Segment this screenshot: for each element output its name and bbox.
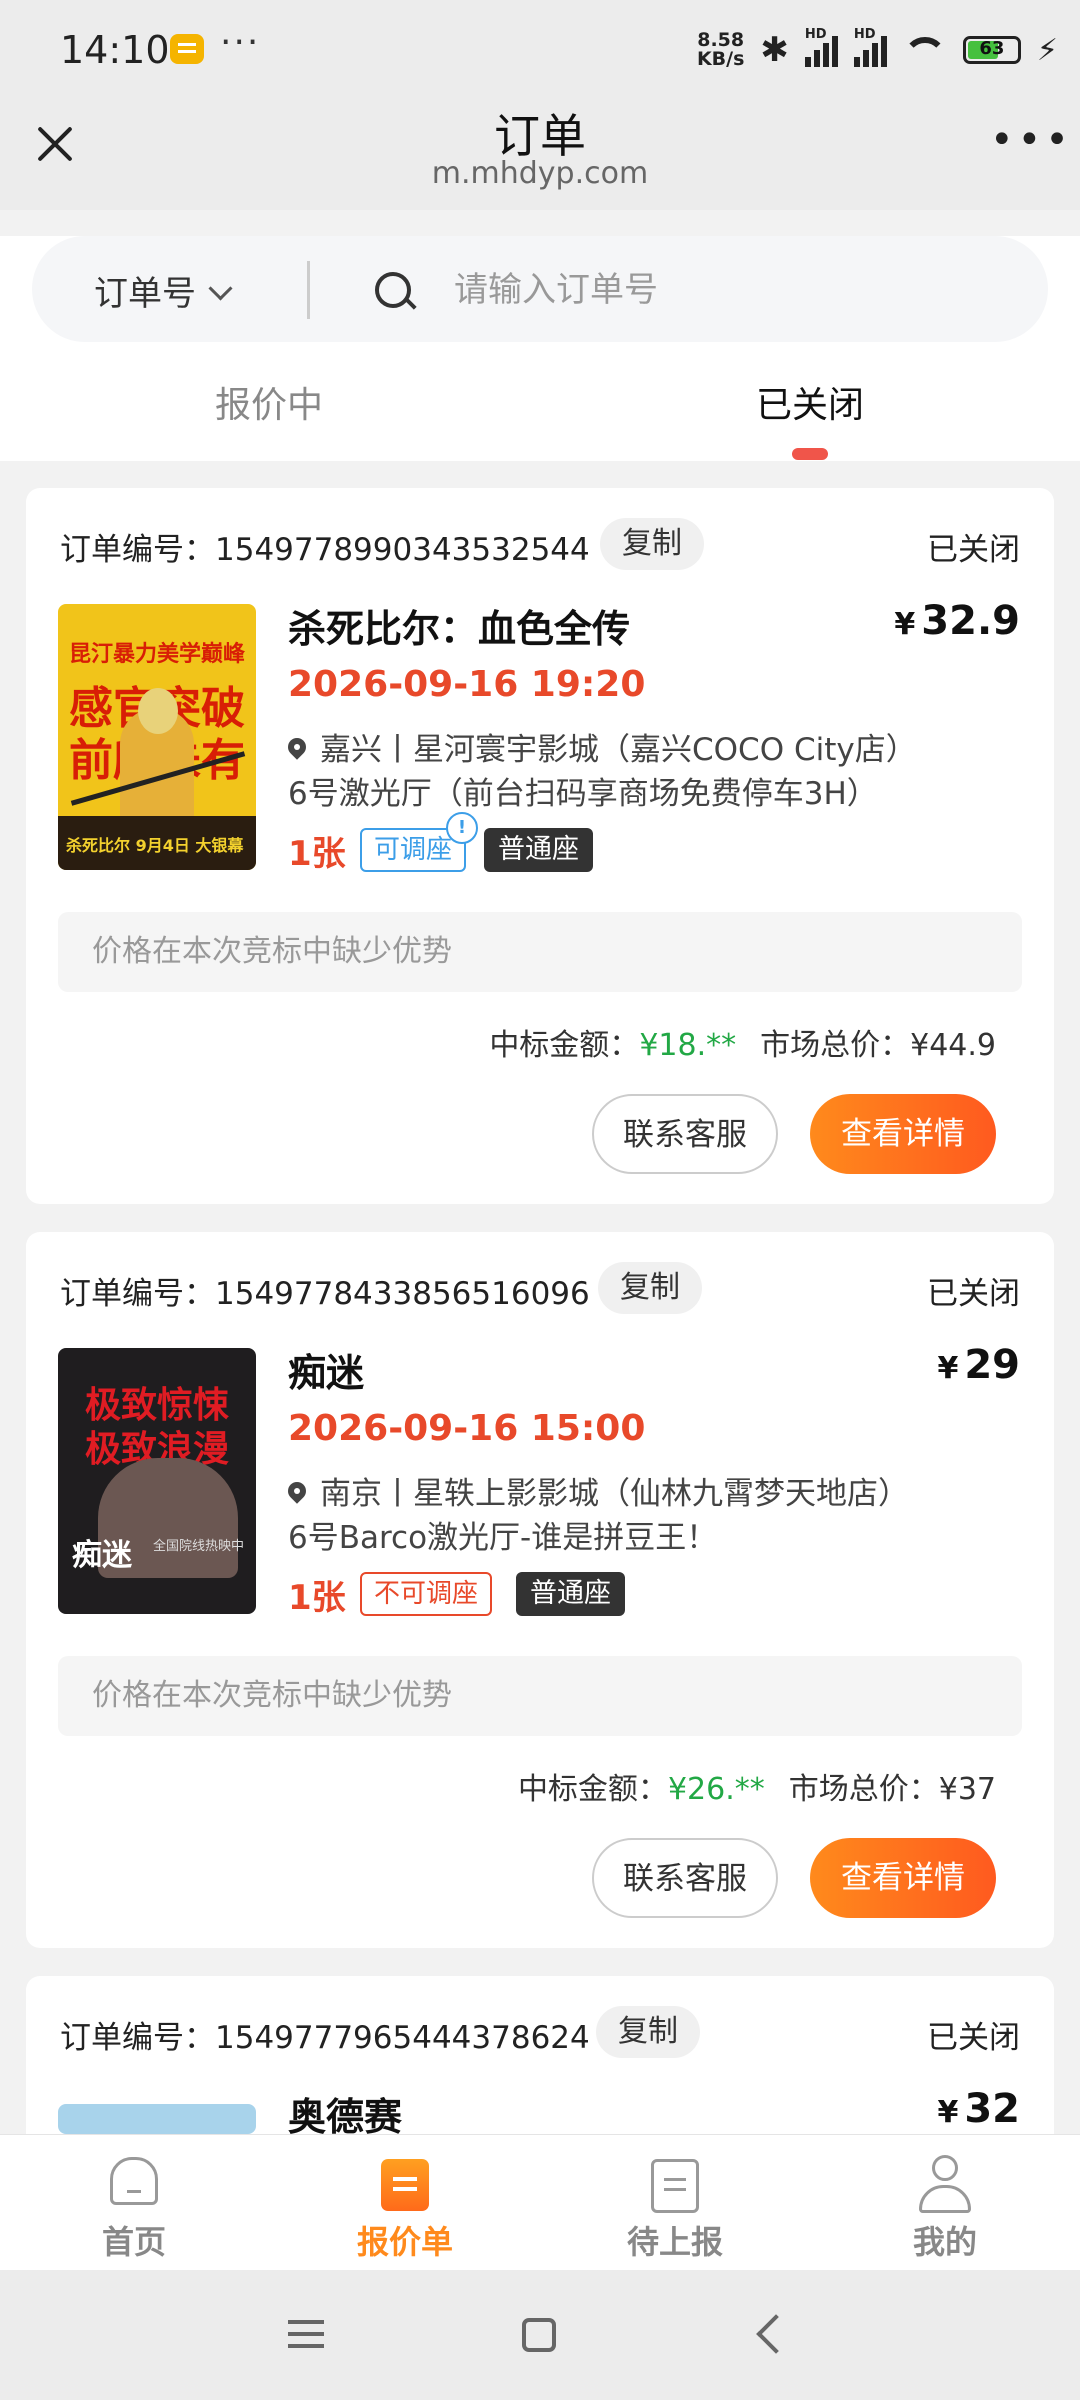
copy-button[interactable]: 复制 <box>600 518 704 570</box>
market-amount: ¥44.9 <box>910 1028 996 1063</box>
home-button-icon[interactable] <box>522 2318 556 2352</box>
bid-amounts: 中标金额：¥26.** 市场总价：¥37 <box>517 1772 996 1807</box>
recent-apps-icon[interactable] <box>288 2320 324 2324</box>
signal-icon-2: HD <box>853 27 887 67</box>
copy-button[interactable]: 复制 <box>598 1262 702 1314</box>
chevron-down-icon <box>208 276 233 301</box>
quote-list-icon <box>381 2159 429 2211</box>
search-area: 订单号 报价中 已关闭 <box>0 236 1080 461</box>
hall-name: 6号Barco激光厅-谁是拼豆王！ <box>288 1520 718 1556</box>
order-status: 已关闭 <box>927 532 1020 568</box>
seat-type-tag: 普通座 <box>484 828 593 872</box>
order-number: 订单编号：1549778433856516096 <box>60 1276 590 1312</box>
tab-active-indicator <box>792 448 828 460</box>
page-content: 订单号 报价中 已关闭 订单编号：1549778990343532544 复制 … <box>0 236 1080 2176</box>
order-price: ¥32 <box>937 2086 1020 2132</box>
pending-report-icon <box>651 2159 699 2213</box>
wifi-icon <box>903 33 947 67</box>
page-url: m.mhdyp.com <box>431 156 649 191</box>
status-bar: 14:10 ··· 8.58 KB/s ✱ HD HD 63 ⚡ <box>0 0 1080 100</box>
divider <box>307 261 310 319</box>
signal-icon: HD <box>804 27 838 67</box>
contact-support-button[interactable]: 联系客服 <box>592 1838 778 1918</box>
movie-poster[interactable] <box>58 2104 256 2134</box>
win-amount: ¥26.** <box>667 1772 765 1807</box>
more-options-icon[interactable]: ••• <box>990 120 1069 170</box>
movie-title: 杀死比尔：血色全传 <box>288 607 631 651</box>
more-notifications-icon: ··· <box>220 22 261 63</box>
ticket-count: 1张 <box>288 834 346 874</box>
hall-name: 6号激光厅（前台扫码享商场免费停车3H） <box>288 776 878 812</box>
battery-icon: 63 <box>962 36 1021 64</box>
order-status: 已关闭 <box>927 1276 1020 1312</box>
bottom-navigation: 首页 报价单 待上报 我的 <box>0 2134 1080 2271</box>
copy-button[interactable]: 复制 <box>596 2006 700 2058</box>
ticket-count: 1张 <box>288 1578 346 1618</box>
search-icon <box>375 272 411 308</box>
seat-adjust-tag: 可调座 ! <box>360 812 479 872</box>
profile-icon <box>917 2155 973 2215</box>
order-status: 已关闭 <box>927 2020 1020 2056</box>
location-pin-icon <box>284 1478 310 1504</box>
order-card: 订单编号：1549778433856516096 复制 已关闭 极致惊悚 极致浪… <box>26 1232 1054 1948</box>
tab-quoting[interactable]: 报价中 <box>215 376 323 428</box>
order-price: ¥32.9 <box>894 598 1020 644</box>
view-details-button[interactable]: 查看详情 <box>810 1838 996 1918</box>
seat-type-tag: 普通座 <box>516 1572 625 1616</box>
tab-closed[interactable]: 已关闭 <box>756 376 864 428</box>
nav-quote-list[interactable]: 报价单 <box>305 2135 505 2271</box>
search-bar: 订单号 <box>32 236 1048 342</box>
message-notification-icon <box>170 34 204 64</box>
movie-title: 痴迷 <box>288 1351 365 1395</box>
nav-home[interactable]: 首页 <box>34 2135 234 2271</box>
order-card: 订单编号：1549778990343532544 复制 已关闭 昆汀暴力美学巅峰… <box>26 488 1054 1204</box>
status-time: 14:10 <box>60 28 170 72</box>
back-icon[interactable] <box>756 2314 796 2354</box>
bid-amounts: 中标金额：¥18.** 市场总价：¥44.9 <box>489 1028 996 1063</box>
title-bar: 订单 m.mhdyp.com ••• <box>0 100 1080 210</box>
market-amount: ¥37 <box>938 1772 996 1807</box>
nav-profile[interactable]: 我的 <box>845 2135 1045 2271</box>
seat-adjust-tag: 不可调座 <box>360 1572 493 1616</box>
info-icon[interactable]: ! <box>446 812 479 844</box>
win-amount: ¥18.** <box>639 1028 737 1063</box>
search-input[interactable] <box>452 258 1016 322</box>
cinema-address: 南京丨星轶上影影城（仙林九霄梦天地店） <box>284 1468 909 1513</box>
showtime: 2026-09-16 15:00 <box>288 1408 646 1449</box>
movie-poster[interactable]: 昆汀暴力美学巅峰 感官突破 前所未有 杀死比尔 9月4日 大银幕 <box>58 604 256 870</box>
bid-notice: 价格在本次竞标中缺少优势 <box>58 1656 1022 1736</box>
order-number: 订单编号：1549778990343532544 <box>60 532 590 568</box>
bluetooth-icon: ✱ <box>760 30 789 70</box>
showtime: 2026-09-16 19:20 <box>288 664 646 705</box>
order-price: ¥29 <box>937 1342 1020 1388</box>
movie-title: 奥德赛 <box>288 2095 403 2139</box>
contact-support-button[interactable]: 联系客服 <box>592 1094 778 1174</box>
home-icon <box>110 2157 158 2205</box>
movie-poster[interactable]: 极致惊悚 极致浪漫 全国院线热映中 痴迷 <box>58 1348 256 1614</box>
view-details-button[interactable]: 查看详情 <box>810 1094 996 1174</box>
nav-pending-report[interactable]: 待上报 <box>575 2135 775 2271</box>
bid-notice: 价格在本次竞标中缺少优势 <box>58 912 1022 992</box>
network-speed: 8.58 KB/s <box>696 29 745 70</box>
order-number: 订单编号：1549777965444378624 <box>60 2020 590 2056</box>
location-pin-icon <box>284 734 310 760</box>
charging-icon: ⚡ <box>1036 32 1058 68</box>
search-type-select[interactable]: 订单号 <box>94 266 233 315</box>
system-navigation-bar <box>0 2270 1080 2400</box>
cinema-address: 嘉兴丨星河寰宇影城（嘉兴COCO City店） <box>284 724 917 769</box>
